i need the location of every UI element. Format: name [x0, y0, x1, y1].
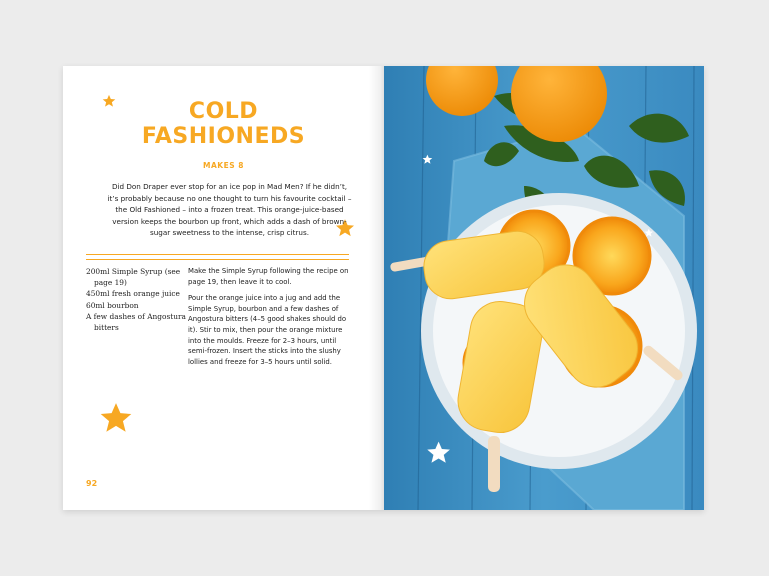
popsicles-photo [384, 66, 704, 510]
ingredient-list: 200ml Simple Syrup (see page 19) 450ml f… [86, 266, 196, 333]
star-icon [100, 403, 132, 432]
page-number: 92 [86, 479, 98, 488]
method-steps: Make the Simple Syrup following the reci… [188, 266, 353, 373]
method-step: Make the Simple Syrup following the reci… [188, 267, 349, 286]
recipe-title-line1: COLD [188, 99, 259, 124]
book-gutter [369, 66, 385, 510]
list-item: 60ml bourbon [86, 300, 139, 310]
recipe-title-line2: FASHIONEDS [141, 124, 306, 149]
list-item: 450ml fresh orange juice [86, 289, 180, 299]
right-page [384, 66, 704, 510]
method-divider [188, 254, 349, 260]
list-item: A few dashes of Angostura bitters [86, 311, 186, 333]
open-book: COLD FASHIONEDS MAKES 8 Did Don Draper e… [63, 66, 704, 510]
list-item: 200ml Simple Syrup (see page 19) [86, 267, 181, 288]
left-page: COLD FASHIONEDS MAKES 8 Did Don Draper e… [63, 66, 384, 510]
yield-label: MAKES 8 [203, 161, 244, 170]
method-step: Pour the orange juice into a jug and add… [188, 294, 347, 366]
intro-paragraph: Did Don Draper ever stop for an ice pop … [107, 182, 352, 237]
